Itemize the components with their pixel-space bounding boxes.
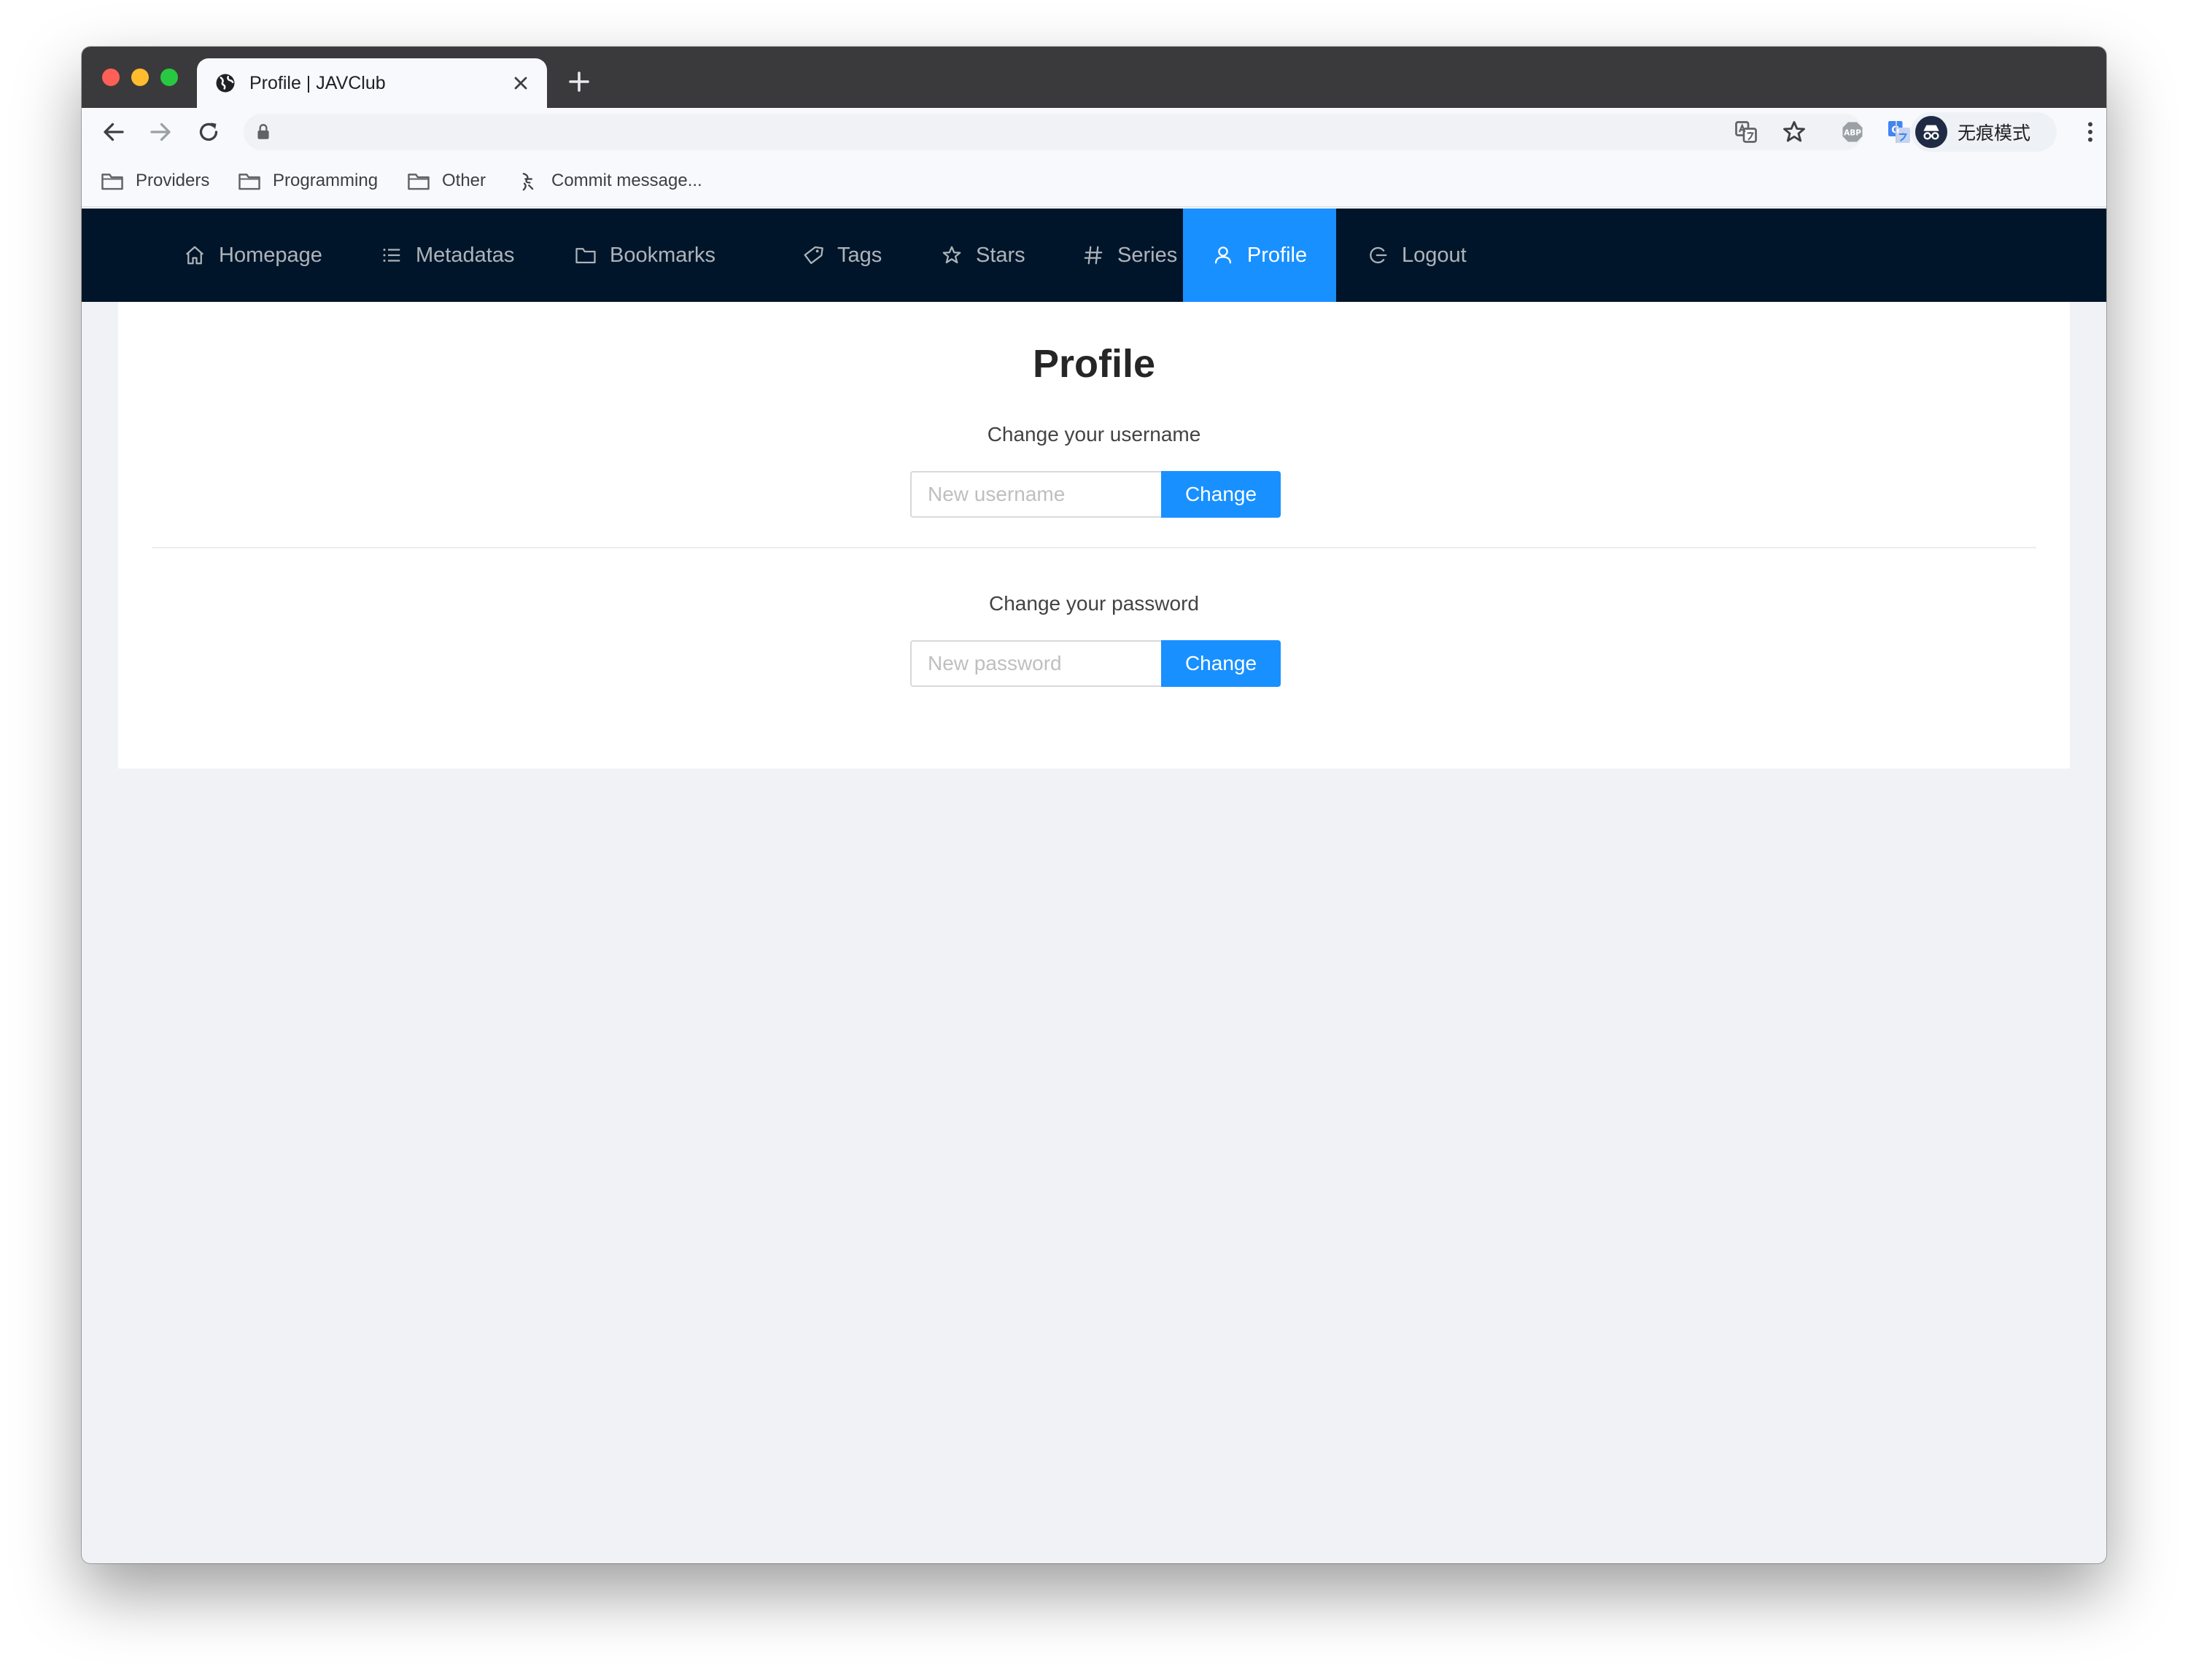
- commit-icon: [522, 173, 534, 191]
- close-tab-icon[interactable]: [511, 73, 531, 93]
- browser-tab-profile[interactable]: Profile | JAVClub: [197, 58, 547, 108]
- folder-icon: [101, 174, 123, 190]
- new-tab-icon[interactable]: [566, 69, 592, 95]
- nav-homepage[interactable]: Homepage: [155, 209, 352, 302]
- username-form: Change: [910, 471, 1281, 518]
- nav-stars[interactable]: Stars: [912, 209, 1055, 302]
- section-divider: [152, 547, 2036, 548]
- nav-bookmarks[interactable]: Bookmarks: [546, 209, 745, 302]
- bookmark-label: Other: [442, 171, 486, 190]
- logout-icon: [1370, 246, 1387, 264]
- nav-label: Homepage: [219, 243, 322, 267]
- browser-window: Profile | JAVClub ABP 无痕模式 Providers Pro…: [82, 47, 2106, 1563]
- change-password-button[interactable]: Change: [1161, 640, 1281, 687]
- forward-icon[interactable]: [147, 119, 174, 145]
- tab-title: Profile | JAVClub: [249, 72, 386, 93]
- change-username-button[interactable]: Change: [1161, 471, 1281, 518]
- bookmark-label: Providers: [136, 171, 210, 190]
- toolbar-separator: [1896, 121, 1897, 143]
- page-title: Profile: [1032, 342, 1156, 386]
- bookmark-label: Commit message...: [551, 171, 702, 190]
- folder-icon: [238, 174, 260, 190]
- password-form: Change: [910, 640, 1281, 687]
- globe-icon: [216, 74, 235, 93]
- nav-label: Series: [1117, 243, 1178, 267]
- bookmark-providers[interactable]: Providers: [101, 166, 209, 195]
- user-icon: [1214, 246, 1232, 264]
- password-section-label: Change your password: [989, 592, 1199, 615]
- nav-label: Stars: [976, 243, 1025, 267]
- tab-strip: Profile | JAVClub: [82, 47, 2106, 108]
- reload-icon[interactable]: [195, 119, 222, 145]
- nav-metadatas[interactable]: Metadatas: [352, 209, 543, 302]
- bookmarks-bar: Providers Programming Other Commit messa…: [82, 156, 2106, 207]
- more-menu-icon[interactable]: [2077, 119, 2103, 145]
- profile-card: Profile Change your username Change Chan…: [118, 302, 2070, 769]
- list-icon: [383, 249, 400, 262]
- address-bar[interactable]: [244, 114, 1863, 150]
- home-icon: [186, 246, 203, 265]
- svg-text:ABP: ABP: [1844, 129, 1861, 138]
- maximize-window-button[interactable]: [160, 69, 178, 86]
- bookmark-label: Programming: [273, 171, 379, 190]
- adblock-extension-icon[interactable]: ABP: [1839, 119, 1866, 145]
- folder-icon: [408, 174, 430, 190]
- folder-icon: [575, 248, 596, 264]
- hash-icon: [1084, 246, 1103, 265]
- incognito-icon: [1915, 116, 1947, 148]
- nav-logout[interactable]: Logout: [1338, 209, 1496, 302]
- nav-profile[interactable]: Profile: [1183, 209, 1336, 302]
- translate-page-icon[interactable]: [1733, 119, 1759, 145]
- nav-label: Metadatas: [416, 243, 515, 267]
- nav-label: Profile: [1246, 243, 1308, 267]
- star-icon: [942, 246, 961, 264]
- nav-label: Logout: [1402, 243, 1467, 267]
- close-window-button[interactable]: [102, 69, 120, 86]
- browser-toolbar: ABP G 无痕模式: [82, 108, 2106, 156]
- bookmark-star-icon[interactable]: [1781, 119, 1807, 145]
- lock-icon: [257, 124, 269, 139]
- username-section-label: Change your username: [987, 423, 1201, 446]
- bookmark-programming[interactable]: Programming: [238, 166, 378, 195]
- incognito-profile-button[interactable]: 无痕模式: [1911, 112, 2057, 152]
- new-username-input[interactable]: [910, 471, 1161, 518]
- tag-icon: [804, 246, 823, 265]
- incognito-label: 无痕模式: [1958, 122, 2031, 144]
- new-password-input[interactable]: [910, 640, 1161, 687]
- bookmark-other[interactable]: Other: [407, 166, 486, 195]
- nav-tags[interactable]: Tags: [773, 209, 911, 302]
- nav-label: Tags: [837, 243, 882, 267]
- minimize-window-button[interactable]: [131, 69, 149, 86]
- google-translate-extension-icon[interactable]: G: [1886, 119, 1912, 145]
- bookmark-commit-message[interactable]: Commit message...: [516, 166, 702, 195]
- nav-label: Bookmarks: [610, 243, 716, 267]
- site-navbar: Homepage Metadatas Bookmarks Tags Stars …: [82, 209, 2106, 302]
- back-icon[interactable]: [101, 119, 127, 145]
